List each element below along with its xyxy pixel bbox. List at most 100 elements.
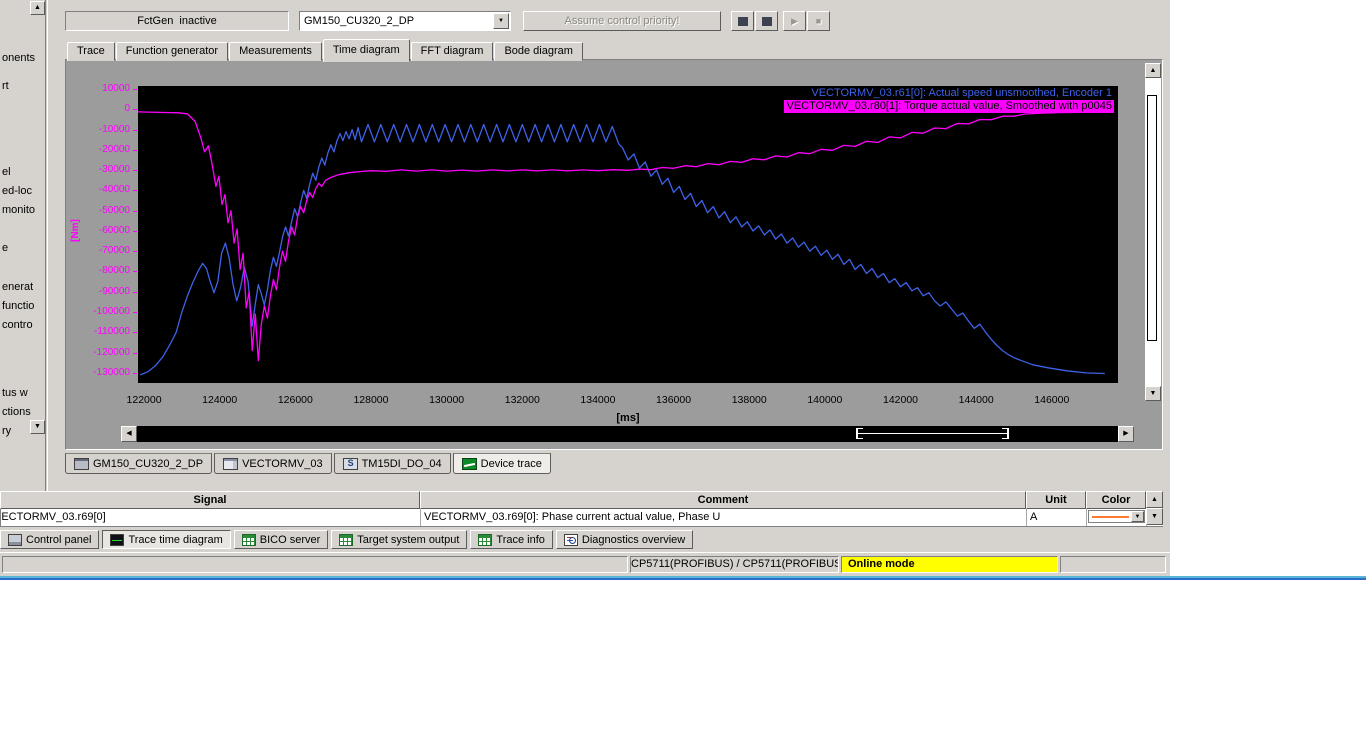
trace-time-range-indicator[interactable] [856, 428, 1009, 439]
vscroll-up-button[interactable]: ▲ [1145, 63, 1161, 78]
device-tab-vectormv-03[interactable]: VECTORMV_03 [214, 453, 332, 474]
arrow-up-icon: ▲ [34, 4, 41, 11]
left-tree-fragment: contro [2, 319, 33, 331]
bottom-tab-target-system-output[interactable]: Target system output [331, 530, 467, 549]
y-axis-tick-label: 10000 [66, 83, 130, 95]
left-tree-fragment: enerat [2, 281, 33, 293]
connection-status-cell: CP5711(PROFIBUS) / CP5711(PROFIBUS) [630, 556, 839, 573]
legend-entry[interactable]: VECTORMV_03.r80[1]: Torque actual value,… [784, 100, 1114, 113]
play-icon: ▶ [791, 17, 798, 26]
device-combobox[interactable]: GM150_CU320_2_DP ▼ [299, 11, 511, 31]
table-row[interactable]: VECTORMV_03.r69[0] VECTORMV_03.r69[0]: P… [0, 509, 1163, 527]
hscroll-track[interactable] [137, 426, 1118, 442]
icon-grid-green [242, 534, 256, 546]
tree-scroll-down-button[interactable]: ▼ [30, 420, 45, 434]
device-tab-strip: GM150_CU320_2_DP VECTORMV_03 TM15DI_DO_04 D… [65, 453, 553, 474]
tab-trace[interactable]: Trace [67, 42, 115, 61]
tab-fft-diagram[interactable]: FFT diagram [411, 42, 494, 61]
bottom-tab-diagnostics-overview[interactable]: Diagnostics overview [556, 530, 693, 549]
hscroll-right-button[interactable]: ▶ [1118, 426, 1134, 442]
y-axis-tick-label: -110000 [66, 326, 130, 338]
x-axis-tick-label: 144000 [946, 394, 1006, 406]
signal-table-header: Signal Comment Unit Color [0, 491, 1163, 509]
y-axis-tick-label: -50000 [66, 205, 130, 217]
x-axis-tick-label: 140000 [795, 394, 855, 406]
vscroll-down-button[interactable]: ▼ [1145, 386, 1161, 401]
table-scroll-up-button[interactable]: ▲ [1146, 491, 1163, 508]
trace-plot-svg [138, 86, 1118, 383]
y-axis-tick-mark [133, 150, 137, 151]
device-tab-label: Device trace [481, 458, 542, 470]
device-tab-label: VECTORMV_03 [242, 458, 323, 470]
column-header-signal[interactable]: Signal [0, 491, 420, 509]
screen: ▲ ▼ onentsrteled-locmonitoeeneratfunctio… [0, 0, 1366, 742]
y-axis-tick-mark [133, 130, 137, 131]
icon-terminal-module [343, 458, 358, 470]
signal-color-swatch [1092, 516, 1129, 518]
tree-scroll-up-button[interactable]: ▲ [30, 1, 45, 15]
vscroll-track[interactable]: ▲ ▼ [1145, 63, 1161, 401]
column-header-unit[interactable]: Unit [1026, 491, 1086, 509]
column-header-comment[interactable]: Comment [420, 491, 1026, 509]
chevron-down-icon: ▼ [498, 18, 504, 24]
tab-function-generator[interactable]: Function generator [116, 42, 228, 61]
y-axis-tick-label: -120000 [66, 347, 130, 359]
color-dropdown-button[interactable]: ▼ [1131, 511, 1144, 522]
bottom-tab-control-panel[interactable]: Control panel [0, 530, 99, 549]
signal-comment-cell[interactable]: VECTORMV_03.r69[0]: Phase current actual… [421, 509, 1027, 526]
bottom-tab-trace-time-diagram[interactable]: Trace time diagram [102, 530, 230, 549]
signal-table: Signal Comment Unit Color VECTORMV_03.r6… [0, 491, 1163, 527]
y-axis-tick-mark [133, 170, 137, 171]
combobox-dropdown-button[interactable]: ▼ [493, 13, 509, 29]
y-axis-tick-mark [133, 109, 137, 110]
series-line-1 [140, 125, 1105, 375]
icon-drive-object [223, 458, 238, 470]
trace-settings-button[interactable] [731, 11, 754, 31]
table-scroll-down-button[interactable]: ▼ [1146, 508, 1163, 525]
tab-time-diagram[interactable]: Time diagram [323, 39, 410, 62]
bottom-tab-label: BICO server [260, 534, 321, 546]
device-tab-gm150-cu320-2-dp[interactable]: GM150_CU320_2_DP [65, 453, 212, 474]
color-combobox[interactable]: ▼ [1088, 510, 1145, 523]
tab-measurements[interactable]: Measurements [229, 42, 322, 61]
signal-color-cell[interactable]: ▼ [1087, 509, 1147, 526]
y-axis-tick-label: -20000 [66, 144, 130, 156]
hscroll-left-button[interactable]: ◀ [121, 426, 137, 442]
left-tree-fragment: monito [2, 204, 35, 216]
y-axis-tick-label: -40000 [66, 184, 130, 196]
trace-plot: VECTORMV_03.r61[0]: Actual speed unsmoot… [138, 86, 1118, 383]
bottom-tab-trace-info[interactable]: Trace info [470, 530, 553, 549]
icon-drive-unit [74, 458, 89, 470]
x-axis-tick-label: 146000 [1022, 394, 1082, 406]
y-axis-tick-mark [133, 353, 137, 354]
chart-panel: [Nm] VECTORMV_03.r61[0]: Actual speed un… [65, 59, 1163, 450]
signal-unit-cell[interactable]: A [1027, 509, 1087, 526]
y-axis-tick-label: -30000 [66, 164, 130, 176]
left-tree-fragment: ed-loc [2, 185, 32, 197]
trace-stop-button[interactable]: ■ [807, 11, 830, 31]
vscroll-thumb[interactable] [1147, 95, 1157, 341]
x-axis-tick-label: 142000 [871, 394, 931, 406]
x-axis-tick-label: 126000 [265, 394, 325, 406]
y-axis-tick-label: 0 [66, 103, 130, 115]
bottom-tab-bico-server[interactable]: BICO server [234, 530, 329, 549]
tab-bode-diagram[interactable]: Bode diagram [494, 42, 583, 61]
starter-trace-window: ▲ ▼ onentsrteled-locmonitoeeneratfunctio… [0, 0, 1170, 576]
trace-display-button[interactable] [755, 11, 778, 31]
left-tree-fragment: tus w [2, 387, 28, 399]
device-tab-device-trace[interactable]: Device trace [453, 453, 551, 474]
y-axis-tick-mark [133, 190, 137, 191]
column-header-color[interactable]: Color [1086, 491, 1146, 509]
legend-entry[interactable]: VECTORMV_03.r61[0]: Actual speed unsmoot… [784, 87, 1114, 100]
status-empty-cell-2 [1060, 556, 1166, 573]
signal-name-cell[interactable]: VECTORMV_03.r69[0] [1, 509, 421, 526]
assume-control-priority-button[interactable]: Assume control priority! [523, 11, 721, 31]
trace-start-button[interactable]: ▶ [783, 11, 806, 31]
plot-legend: VECTORMV_03.r61[0]: Actual speed unsmoot… [784, 87, 1114, 113]
trace-window-icon [738, 17, 748, 26]
icon-scope [110, 534, 124, 546]
device-tab-tm15di-do-04[interactable]: TM15DI_DO_04 [334, 453, 451, 474]
x-axis-tick-label: 122000 [114, 394, 174, 406]
arrow-down-icon: ▼ [34, 423, 41, 430]
panel-splitter[interactable] [45, 0, 48, 492]
